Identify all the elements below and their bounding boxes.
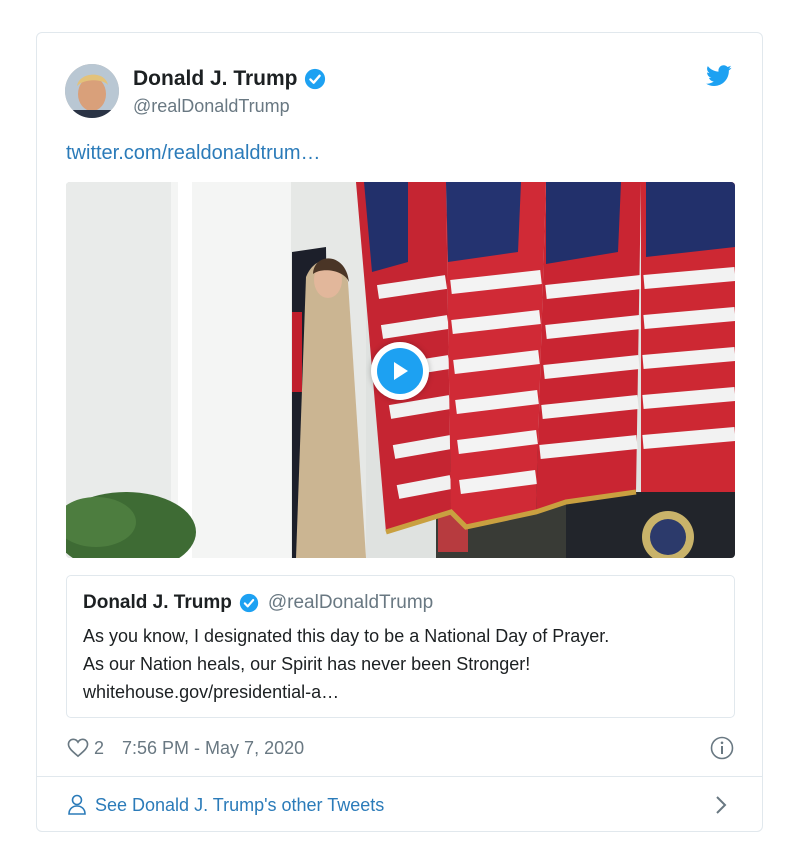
quoted-author-name: Donald J. Trump bbox=[83, 592, 232, 613]
play-button[interactable] bbox=[371, 342, 429, 400]
person-icon bbox=[68, 794, 86, 815]
tweet-media-video[interactable] bbox=[66, 182, 735, 558]
play-icon bbox=[377, 348, 423, 394]
quoted-tweet-text: As you know, I designated this day to be… bbox=[83, 622, 718, 706]
tweet-timestamp[interactable]: 7:56 PM - May 7, 2020 bbox=[122, 738, 304, 759]
tweet-meta: 2 7:56 PM - May 7, 2020 bbox=[67, 735, 734, 761]
quoted-tweet[interactable]: Donald J. Trump @realDonaldTrump As you … bbox=[66, 575, 735, 718]
quoted-tweet-header: Donald J. Trump @realDonaldTrump bbox=[83, 592, 718, 614]
chevron-right-icon[interactable] bbox=[714, 795, 728, 815]
tweet-link[interactable]: twitter.com/realdonaldtrum… bbox=[66, 142, 321, 165]
other-tweets-link[interactable]: See Donald J. Trump's other Tweets bbox=[67, 791, 732, 819]
verified-badge-icon bbox=[304, 68, 325, 90]
info-icon[interactable] bbox=[710, 736, 734, 760]
author-name-row[interactable]: Donald J. Trump bbox=[133, 67, 326, 91]
verified-badge-icon bbox=[239, 593, 259, 613]
quoted-text-link[interactable]: whitehouse.gov/presidential-a… bbox=[83, 678, 718, 706]
heart-icon[interactable] bbox=[67, 738, 89, 758]
other-tweets-label[interactable]: See Donald J. Trump's other Tweets bbox=[95, 795, 384, 816]
tweet-header: Donald J. Trump @realDonaldTrump bbox=[65, 61, 734, 121]
quoted-author-handle: @realDonaldTrump bbox=[267, 592, 434, 613]
quoted-text-line: As our Nation heals, our Spirit has neve… bbox=[83, 654, 531, 674]
author-handle[interactable]: @realDonaldTrump bbox=[133, 96, 326, 117]
footer-divider bbox=[37, 776, 762, 777]
quoted-text-line: As you know, I designated this day to be… bbox=[83, 626, 610, 646]
tweet-card: Donald J. Trump @realDonaldTrump twitter… bbox=[36, 32, 763, 832]
author-avatar[interactable] bbox=[65, 64, 119, 118]
author-block: Donald J. Trump @realDonaldTrump bbox=[133, 67, 326, 117]
author-name[interactable]: Donald J. Trump bbox=[133, 67, 298, 91]
twitter-bird-icon[interactable] bbox=[706, 65, 732, 87]
like-count[interactable]: 2 bbox=[94, 738, 104, 759]
